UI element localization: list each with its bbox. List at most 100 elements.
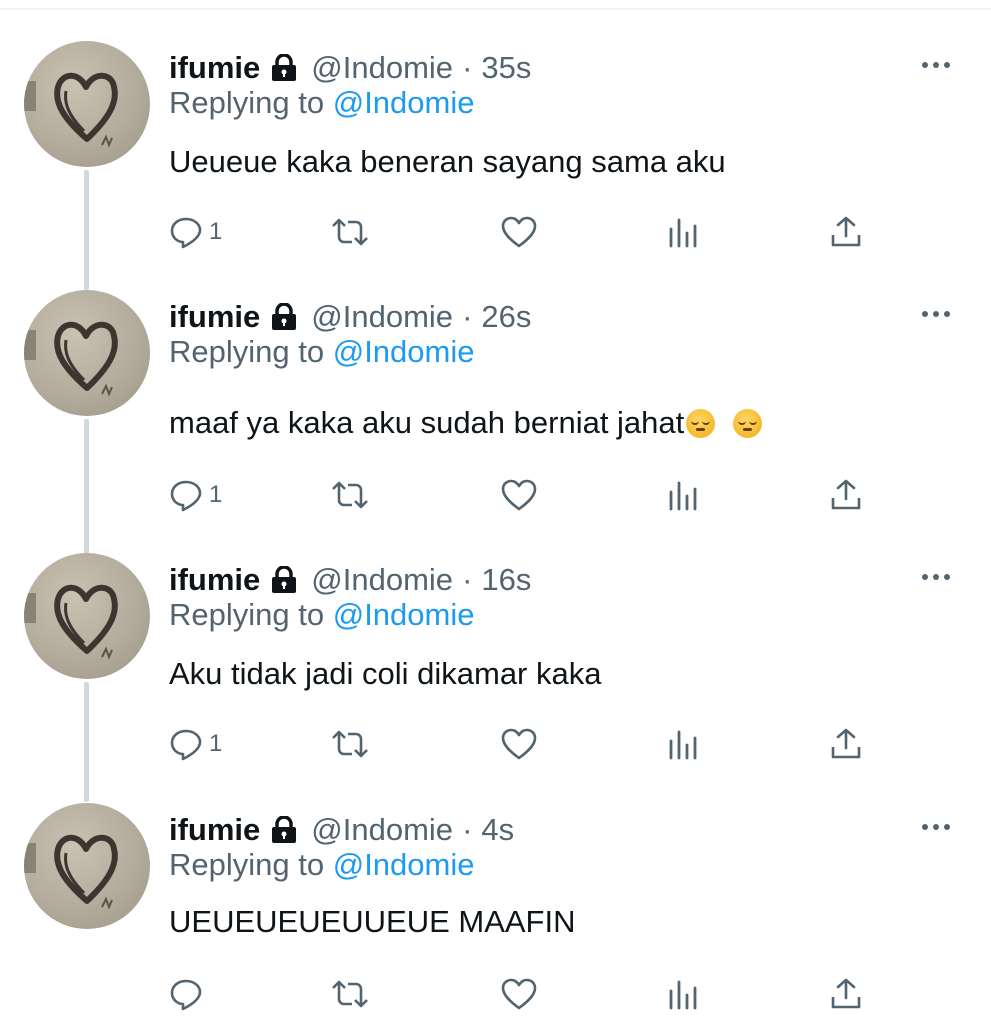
tweet-text: maaf ya kaka aku sudah berniat jahat [169, 401, 763, 445]
tweet-text: Ueueue kaka beneran sayang sama aku [169, 140, 726, 184]
timestamp[interactable]: 26s [481, 299, 531, 335]
replying-to-mention[interactable]: @Indomie [333, 597, 475, 632]
share-button[interactable] [829, 475, 863, 515]
separator-dot: · [462, 50, 473, 85]
views-button[interactable] [666, 724, 700, 764]
views-button[interactable] [666, 974, 700, 1014]
retweet-button[interactable] [330, 974, 370, 1014]
separator-dot: · [462, 812, 473, 847]
pensive-face-emoji [686, 408, 716, 438]
reply-button[interactable] [169, 974, 209, 1014]
tweet[interactable]: ifumie @Indomie · 26s Replying to @Indom… [0, 249, 991, 512]
reply-button[interactable]: 1 [169, 475, 222, 515]
share-button[interactable] [829, 974, 863, 1014]
timestamp[interactable]: 4s [481, 812, 514, 848]
timestamp[interactable]: 35s [481, 50, 531, 86]
like-button[interactable] [500, 974, 538, 1014]
share-icon [831, 479, 861, 510]
tweet-text-content: maaf ya kaka aku sudah berniat jahat [169, 405, 685, 440]
tweet-text-content: Aku tidak jadi coli dikamar kaka [169, 656, 602, 691]
share-button[interactable] [829, 724, 863, 764]
like-button[interactable] [500, 724, 538, 764]
analytics-icon [669, 730, 697, 760]
views-button[interactable] [666, 212, 700, 252]
reply-button[interactable]: 1 [169, 724, 222, 764]
replying-to-label: Replying to [169, 847, 333, 882]
share-icon [831, 728, 861, 759]
reply-icon [170, 729, 202, 761]
replying-to-label: Replying to [169, 85, 333, 120]
replying-to-mention[interactable]: @Indomie [333, 847, 475, 882]
reply-icon [170, 979, 202, 1011]
tweet-actions [169, 974, 869, 1014]
replying-to-mention[interactable]: @Indomie [333, 334, 475, 369]
reply-button[interactable]: 1 [169, 212, 222, 252]
retweet-icon [332, 218, 368, 246]
more-icon[interactable] [922, 58, 962, 72]
retweet-button[interactable] [330, 724, 370, 764]
more-icon[interactable] [922, 820, 962, 834]
avatar[interactable] [24, 803, 150, 929]
analytics-icon [669, 980, 697, 1010]
display-name[interactable]: ifumie [169, 299, 260, 335]
tweet-actions: 1 [169, 475, 869, 515]
retweet-button[interactable] [330, 475, 370, 515]
tweet[interactable]: ifumie @Indomie · 4s Replying to @Indomi… [0, 762, 991, 1012]
reply-icon [170, 480, 202, 512]
more-icon[interactable] [922, 307, 962, 321]
tweet-text: Aku tidak jadi coli dikamar kaka [169, 652, 601, 696]
reply-count: 1 [209, 218, 223, 245]
reply-count: 1 [209, 730, 223, 757]
display-name[interactable]: ifumie [169, 812, 260, 848]
heart-icon [501, 479, 537, 511]
tweet-text: UEUEUEUEUUEUE MAAFIN [169, 900, 576, 944]
replying-to-label: Replying to [169, 597, 333, 632]
replying-to: Replying to @Indomie [169, 847, 474, 883]
heart-icon [501, 978, 537, 1010]
avatar[interactable] [24, 553, 150, 679]
tweet-actions: 1 [169, 724, 869, 764]
user-handle[interactable]: @Indomie [311, 812, 453, 848]
heart-drawing-icon [24, 72, 118, 148]
user-handle[interactable]: @Indomie [311, 50, 453, 86]
analytics-icon [669, 481, 697, 511]
replying-to: Replying to @Indomie [169, 334, 474, 370]
retweet-icon [332, 980, 368, 1008]
views-button[interactable] [666, 475, 700, 515]
separator-dot: · [462, 562, 473, 597]
heart-icon [501, 728, 537, 760]
heart-drawing-icon [24, 321, 118, 397]
timestamp[interactable]: 16s [481, 562, 531, 598]
analytics-icon [669, 218, 697, 248]
tweet[interactable]: ifumie @Indomie · 16s Replying to @Indom… [0, 512, 991, 762]
share-button[interactable] [829, 212, 863, 252]
tweet-text-content: UEUEUEUEUUEUE MAAFIN [169, 904, 576, 939]
reply-icon [170, 217, 202, 249]
replying-to: Replying to @Indomie [169, 85, 474, 121]
more-icon[interactable] [922, 570, 962, 584]
lock-icon [269, 303, 299, 331]
reply-count: 1 [209, 481, 223, 508]
like-button[interactable] [500, 212, 538, 252]
retweet-icon [332, 481, 368, 509]
heart-icon [501, 216, 537, 248]
replying-to-mention[interactable]: @Indomie [333, 85, 475, 120]
display-name[interactable]: ifumie [169, 562, 260, 598]
replying-to: Replying to @Indomie [169, 597, 474, 633]
display-name[interactable]: ifumie [169, 50, 260, 86]
separator-dot: · [462, 299, 473, 334]
heart-drawing-icon [24, 584, 118, 660]
user-handle[interactable]: @Indomie [311, 562, 453, 598]
lock-icon [269, 54, 299, 82]
lock-icon [269, 566, 299, 594]
tweet[interactable]: ifumie @Indomie · 35s Replying to @Indom… [0, 0, 991, 250]
share-icon [831, 978, 861, 1009]
replying-to-label: Replying to [169, 334, 333, 369]
retweet-button[interactable] [330, 212, 370, 252]
avatar[interactable] [24, 41, 150, 167]
user-handle[interactable]: @Indomie [311, 299, 453, 335]
tweet-text-content: Ueueue kaka beneran sayang sama aku [169, 144, 726, 179]
like-button[interactable] [500, 475, 538, 515]
avatar[interactable] [24, 290, 150, 416]
lock-icon [269, 816, 299, 844]
